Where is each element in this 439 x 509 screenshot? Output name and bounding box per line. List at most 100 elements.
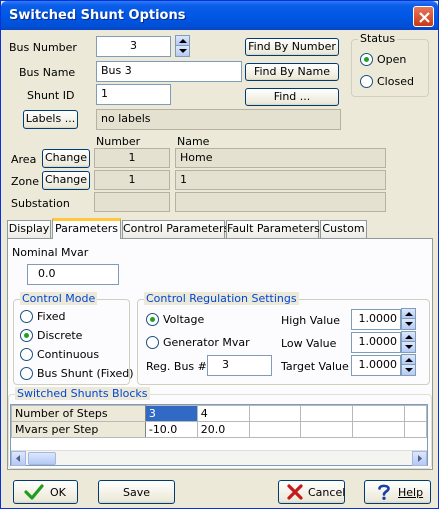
- checkmark-icon: [24, 484, 44, 500]
- low-value-spinner[interactable]: [401, 331, 416, 353]
- close-button[interactable]: [413, 6, 434, 27]
- control-mode-group: Control Mode Fixed Discrete Continuous B…: [13, 292, 134, 385]
- tab-control-parameters[interactable]: Control Parameters: [122, 220, 229, 238]
- radio-selected-icon: [360, 53, 373, 66]
- arrow-up-icon: [405, 335, 413, 339]
- scroll-right-button[interactable]: [412, 451, 427, 466]
- switched-shunts-blocks-grid[interactable]: Number of Steps 3 4 Mvars per Step -10.0…: [10, 404, 428, 466]
- spin-up-button[interactable]: [402, 332, 415, 342]
- radio-unselected-icon: [20, 310, 33, 323]
- substation-label: Substation: [11, 197, 70, 210]
- number-column-header: Number: [96, 135, 141, 148]
- labels-button[interactable]: Labels ...: [23, 110, 78, 129]
- grid-cell[interactable]: [248, 405, 302, 422]
- target-value-label: Target Value: [281, 360, 349, 373]
- find-by-name-button[interactable]: Find By Name: [245, 63, 339, 81]
- substation-number-field: [94, 192, 170, 212]
- title-bar[interactable]: Switched Shunt Options: [1, 1, 438, 30]
- nominal-mvar-label: Nominal Mvar: [12, 246, 89, 259]
- close-icon: [419, 12, 430, 23]
- zone-name-field: 1: [175, 170, 386, 190]
- low-value-label: Low Value: [281, 337, 337, 350]
- zone-number-field: 1: [94, 170, 170, 190]
- spin-down-button[interactable]: [176, 46, 189, 56]
- spin-down-button[interactable]: [402, 365, 415, 375]
- high-value-input[interactable]: 1.0000: [351, 309, 401, 330]
- grid-cell[interactable]: -10.0: [144, 421, 198, 438]
- ok-button[interactable]: OK: [13, 480, 78, 504]
- horizontal-scrollbar[interactable]: [11, 450, 427, 466]
- grid-cell[interactable]: 3: [144, 405, 198, 422]
- cancel-button[interactable]: Cancel: [278, 480, 345, 504]
- bus-name-input[interactable]: Bus 3: [96, 61, 242, 82]
- high-value-spinner[interactable]: [401, 308, 416, 330]
- control-mode-title: Control Mode: [20, 292, 98, 305]
- arrow-down-icon: [179, 49, 187, 53]
- bus-number-spinner[interactable]: [175, 35, 190, 57]
- bus-number-label: Bus Number: [9, 41, 77, 54]
- grid-cell[interactable]: [300, 421, 354, 438]
- reg-bus-label: Reg. Bus #: [146, 360, 207, 373]
- target-value-spinner[interactable]: [401, 354, 416, 376]
- shunt-id-label: Shunt ID: [27, 89, 75, 102]
- arrow-down-icon: [405, 345, 413, 349]
- arrow-right-icon: [418, 455, 422, 462]
- tab-fault-parameters[interactable]: Fault Parameters: [226, 220, 320, 238]
- table-row: Mvars per Step -10.0 20.0: [11, 421, 427, 438]
- spin-up-button[interactable]: [402, 309, 415, 319]
- tab-custom[interactable]: Custom: [320, 220, 367, 238]
- grid-cell[interactable]: 20.0: [196, 421, 250, 438]
- row-header: Mvars per Step: [11, 421, 146, 438]
- find-button[interactable]: Find ...: [245, 88, 339, 106]
- target-value-input[interactable]: 1.0000: [351, 355, 401, 376]
- grid-cell[interactable]: [248, 421, 302, 438]
- bus-name-label: Bus Name: [19, 66, 76, 79]
- arrow-up-icon: [405, 312, 413, 316]
- table-row: Number of Steps 3 4: [11, 405, 427, 422]
- spin-down-button[interactable]: [402, 319, 415, 329]
- arrow-up-icon: [179, 39, 187, 43]
- reg-bus-input[interactable]: 3: [207, 355, 272, 376]
- area-label: Area: [11, 153, 37, 166]
- radio-unselected-icon: [20, 367, 33, 380]
- tab-display[interactable]: Display: [7, 220, 51, 238]
- spin-up-button[interactable]: [402, 355, 415, 365]
- control-regulation-title: Control Regulation Settings: [144, 292, 299, 305]
- scroll-left-button[interactable]: [11, 451, 26, 466]
- radio-unselected-icon: [20, 348, 33, 361]
- arrow-left-icon: [16, 455, 20, 462]
- scroll-thumb[interactable]: [28, 452, 56, 465]
- nominal-mvar-input[interactable]: 0.0: [27, 264, 119, 285]
- bus-number-input[interactable]: 3: [96, 36, 171, 57]
- save-button[interactable]: Save: [98, 480, 175, 504]
- grid-cell[interactable]: [352, 421, 406, 438]
- cancel-x-icon: [287, 484, 303, 500]
- low-value-input[interactable]: 1.0000: [351, 332, 401, 353]
- zone-label: Zone: [11, 175, 40, 188]
- arrow-down-icon: [405, 368, 413, 372]
- zone-change-button[interactable]: Change: [42, 171, 90, 190]
- spin-up-button[interactable]: [176, 36, 189, 46]
- grid-cell[interactable]: 4: [196, 405, 250, 422]
- grid-cell[interactable]: [404, 421, 427, 438]
- grid-cell[interactable]: [404, 405, 427, 422]
- name-column-header: Name: [177, 135, 210, 148]
- radio-selected-icon: [20, 329, 33, 342]
- area-name-field: Home: [175, 148, 386, 168]
- switched-shunt-options-window: Switched Shunt Options Bus Number 3 Bus …: [0, 0, 439, 509]
- radio-unselected-icon: [146, 336, 159, 349]
- radio-selected-icon: [146, 313, 159, 326]
- status-group-title: Status: [358, 32, 398, 45]
- tab-parameters[interactable]: Parameters: [52, 218, 121, 239]
- grid-cell[interactable]: [300, 405, 354, 422]
- substation-name-field: [175, 192, 386, 212]
- grid-cell[interactable]: [352, 405, 406, 422]
- help-button[interactable]: Help: [364, 480, 431, 504]
- find-by-number-button[interactable]: Find By Number: [245, 38, 339, 56]
- area-number-field: 1: [94, 148, 170, 168]
- spin-down-button[interactable]: [402, 342, 415, 352]
- arrow-up-icon: [405, 358, 413, 362]
- shunt-id-input[interactable]: 1: [96, 84, 171, 105]
- area-change-button[interactable]: Change: [42, 149, 90, 168]
- question-mark-icon: [378, 484, 390, 500]
